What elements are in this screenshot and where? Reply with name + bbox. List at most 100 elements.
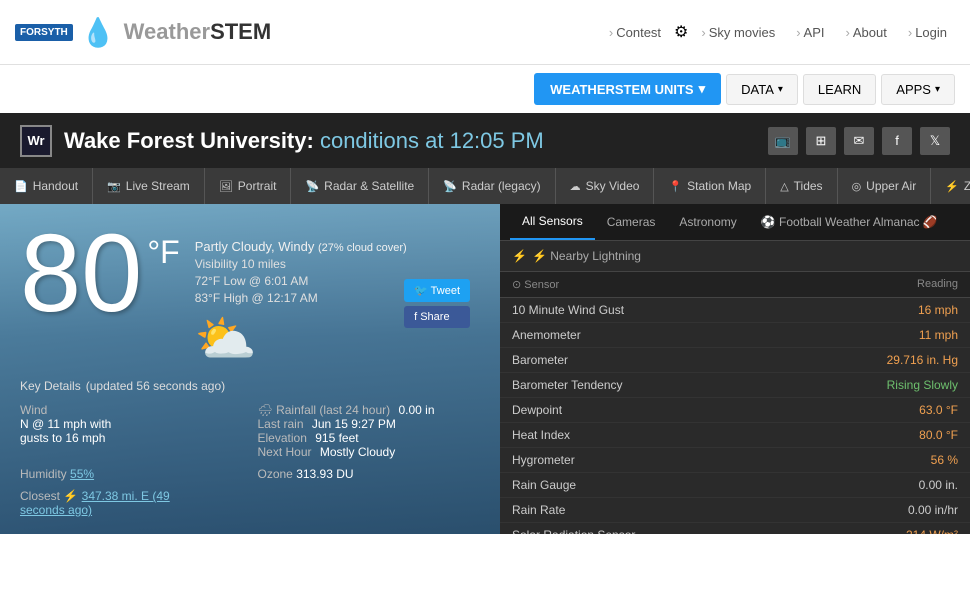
tab-handout-label: Handout	[33, 179, 78, 193]
social-share-buttons: 🐦 Tweet f Share	[404, 279, 470, 328]
ozone-value: 313.93 DU	[296, 467, 353, 481]
data-button[interactable]: DATA	[726, 74, 798, 105]
weather-content: 80 °F Partly Cloudy, Windy (27% cloud co…	[20, 219, 480, 517]
tab-handout[interactable]: 📄 Handout	[0, 168, 93, 204]
lightning-label: Closest ⚡	[20, 489, 78, 503]
weather-icon: ⛅	[195, 310, 407, 369]
sensor-name: Barometer	[512, 353, 568, 367]
sensor-table-row: Dewpoint63.0 °F	[500, 398, 970, 423]
email-icon[interactable]: ✉	[844, 127, 874, 155]
temperature-details: Partly Cloudy, Windy (27% cloud cover) V…	[195, 239, 407, 369]
details-grid: Wind N @ 11 mph with gusts to 16 mph 🌧 R…	[20, 403, 480, 517]
tab-station-map-label: Station Map	[687, 179, 751, 193]
sensor-tab-cameras[interactable]: Cameras	[595, 204, 668, 240]
weatherstem-units-button[interactable]: WEATHERSTEM UNITS	[534, 73, 721, 105]
sensor-table-row: 10 Minute Wind Gust 16 mph	[500, 298, 970, 323]
sensor-name: Dewpoint	[512, 403, 562, 417]
tv-icon[interactable]: 📺	[768, 127, 798, 155]
facebook-share-button[interactable]: f Share	[404, 306, 470, 328]
lightning-detail: Closest ⚡ 347.38 mi. E (49 seconds ago)	[20, 489, 243, 517]
sensor-name: Rain Rate	[512, 503, 565, 517]
humidity-value: 55%	[70, 467, 94, 481]
sensor-tab-football-weather[interactable]: ⚽ Football Weather Almanac 🏈	[749, 204, 950, 240]
condition-text: conditions at 12:05 PM	[320, 128, 544, 153]
next-hour-value: Mostly Cloudy	[320, 445, 395, 459]
sensor-panel: All Sensors Cameras Astronomy ⚽ Football…	[500, 204, 970, 534]
sensor-table-row: Hygrometer56 %	[500, 448, 970, 473]
sensor-table-row: Rain Rate0.00 in/hr	[500, 498, 970, 523]
page-title: Wake Forest University: conditions at 12…	[64, 128, 544, 154]
logo-text: WeatherSTEM	[124, 19, 272, 45]
sensor-reading-value: 29.716 in. Hg	[887, 353, 958, 367]
elevation-value: 915 feet	[315, 431, 358, 445]
wind-detail: Wind N @ 11 mph with gusts to 16 mph	[20, 403, 243, 459]
sensor-table-row: Heat Index 80.0 °F	[500, 423, 970, 448]
twitter-icon[interactable]: 𝕏	[920, 127, 950, 155]
tab-station-map[interactable]: 📍 Station Map	[654, 168, 766, 204]
sensor-table-header: ⊙ Sensor Reading	[500, 272, 970, 298]
api-link[interactable]: API	[788, 21, 832, 44]
tab-portrait[interactable]: 🖼 Portrait	[205, 168, 292, 204]
top-navigation: FORSYTH 💧 WeatherSTEM Contest ⚙ Sky movi…	[0, 0, 970, 65]
temperature-value: 80	[20, 219, 142, 329]
apps-button[interactable]: APPS	[881, 74, 955, 105]
learn-button[interactable]: LEARN	[803, 74, 876, 105]
ozone-label: Ozone	[258, 467, 293, 481]
lightning-seconds: seconds ago)	[20, 503, 92, 517]
sensor-table: 10 Minute Wind Gust16 mphAnemometer11 mp…	[500, 298, 970, 534]
contest-link[interactable]: Contest	[601, 21, 669, 44]
sensor-reading-value: 16 mph	[918, 303, 958, 317]
portrait-icon: 🖼	[219, 180, 233, 193]
facebook-icon[interactable]: f	[882, 127, 912, 155]
elevation-label: Elevation	[258, 431, 307, 445]
tab-livestream-label: Live Stream	[126, 179, 190, 193]
sensor-tab-bar: All Sensors Cameras Astronomy ⚽ Football…	[500, 204, 970, 241]
tides-icon: △	[780, 180, 788, 193]
tab-tides[interactable]: △ Tides	[766, 168, 837, 204]
tweet-button[interactable]: 🐦 Tweet	[404, 279, 470, 302]
sensor-name: Heat Index	[512, 428, 570, 442]
sensor-name: Barometer Tendency	[512, 378, 623, 392]
visibility-text: Visibility 10 miles	[195, 257, 407, 271]
low-temp: 72°F Low @ 6:01 AM	[195, 274, 407, 288]
sensor-name: Anemometer	[512, 328, 581, 342]
wind-label: Wind	[20, 403, 47, 417]
tab-radar-satellite[interactable]: 📡 Radar & Satellite	[291, 168, 429, 204]
nearby-lightning-bar[interactable]: ⚡ ⚡ Nearby Lightning	[500, 241, 970, 272]
key-details-heading: Key Details (updated 56 seconds ago)	[20, 374, 480, 395]
sky-video-icon: ☁	[570, 180, 581, 193]
title-bar-left: Wr Wake Forest University: conditions at…	[20, 125, 544, 157]
skymovies-link[interactable]: Sky movies	[693, 21, 783, 44]
tab-radar-legacy[interactable]: 📡 Radar (legacy)	[429, 168, 555, 204]
wind-gusts: gusts to 16 mph	[20, 431, 105, 445]
university-name: Wake Forest University:	[64, 128, 314, 153]
login-link[interactable]: Login	[900, 21, 955, 44]
rainfall-value: 0.00 in	[398, 403, 434, 417]
sensor-reading-value: 56 %	[931, 453, 958, 467]
sensor-column-header: ⊙ Sensor	[512, 278, 559, 291]
sensor-reading-value: 80.0 °F	[919, 428, 958, 442]
tab-zap-label: Zap	[964, 179, 970, 193]
upper-air-icon: ◎	[852, 180, 862, 193]
sensor-tab-astronomy[interactable]: Astronomy	[667, 204, 748, 240]
tab-portrait-label: Portrait	[238, 179, 277, 193]
sensor-table-row: Barometer Tendency Rising Slowly	[500, 373, 970, 398]
tab-upper-air[interactable]: ◎ Upper Air	[838, 168, 932, 204]
sensor-tab-all-sensors[interactable]: All Sensors	[510, 204, 595, 240]
sensor-name: Solar Radiation Sensor	[512, 528, 635, 534]
tab-zap[interactable]: ⚡ Zap	[931, 168, 970, 204]
sensor-reading-value: Rising Slowly	[887, 378, 958, 392]
sensor-reading-value: 0.00 in.	[919, 478, 958, 492]
sensor-name: 10 Minute Wind Gust	[512, 303, 624, 317]
lightning-value: 347.38 mi. E (49	[82, 489, 170, 503]
about-link[interactable]: About	[838, 21, 895, 44]
tab-sky-video-label: Sky Video	[586, 179, 640, 193]
tab-sky-video[interactable]: ☁ Sky Video	[556, 168, 655, 204]
tab-livestream[interactable]: 📷 Live Stream	[93, 168, 205, 204]
grid-icon[interactable]: ⊞	[806, 127, 836, 155]
condition-description: Partly Cloudy, Windy (27% cloud cover)	[195, 239, 407, 254]
lightning-icon: ⚡	[512, 249, 527, 263]
main-content: 80 °F Partly Cloudy, Windy (27% cloud co…	[0, 204, 970, 534]
station-map-icon: 📍	[668, 180, 682, 193]
tab-radar-satellite-label: Radar & Satellite	[324, 179, 414, 193]
